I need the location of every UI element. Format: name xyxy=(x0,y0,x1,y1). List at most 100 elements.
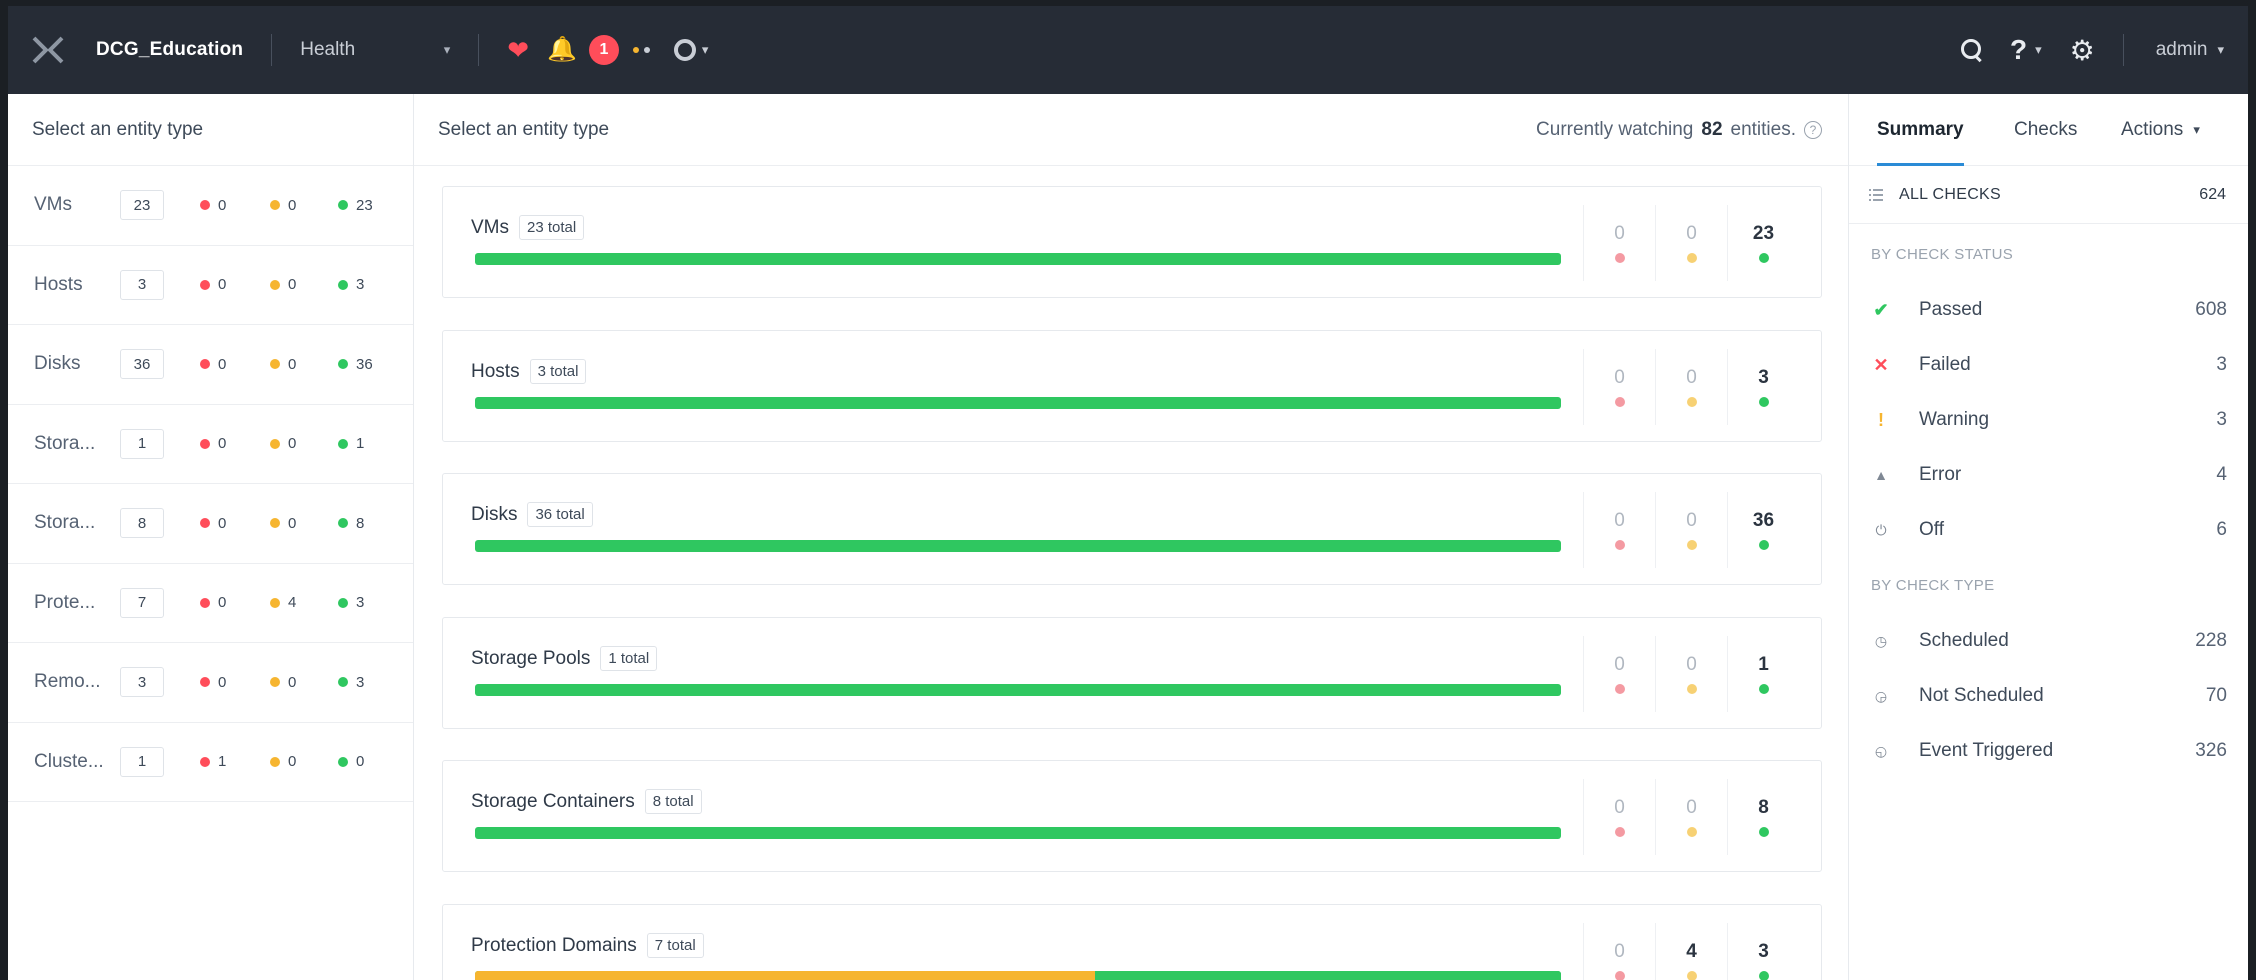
good-dot-icon xyxy=(338,279,348,290)
health-bar xyxy=(475,253,1561,265)
user-menu[interactable]: admin xyxy=(2156,39,2208,61)
warning-dot-icon xyxy=(270,279,280,290)
entity-health-card[interactable]: Protection Domains 7 total 0 4 3 xyxy=(442,904,1822,980)
critical-dot-icon xyxy=(200,518,210,529)
check-filter-count: 4 xyxy=(2216,464,2227,485)
good-column[interactable]: 23 xyxy=(1727,205,1799,281)
good-dot-icon xyxy=(1758,540,1769,550)
good-count: 23 xyxy=(356,196,373,214)
warning-column[interactable]: 0 xyxy=(1655,636,1727,712)
good-column[interactable]: 36 xyxy=(1727,492,1799,568)
good-column[interactable]: 3 xyxy=(1727,923,1799,980)
critical-column[interactable]: 0 xyxy=(1583,205,1655,281)
entity-row[interactable]: Stora... 8 0 0 8 xyxy=(8,484,413,564)
entity-row[interactable]: Disks 36 0 0 36 xyxy=(8,325,413,405)
check-filter-row[interactable]: ◵ Event Triggered 326 xyxy=(1849,731,2249,771)
check-filter-label: Event Triggered xyxy=(1919,740,2054,761)
warning-column[interactable]: 0 xyxy=(1655,492,1727,568)
check-filter-row[interactable]: ⏻ Off 6 xyxy=(1849,510,2249,550)
critical-column[interactable]: 0 xyxy=(1583,492,1655,568)
card-title: Protection Domains 7 total xyxy=(471,933,704,958)
good-dot-icon xyxy=(338,518,348,529)
entity-row[interactable]: Cluste... 1 1 0 0 xyxy=(8,723,413,802)
check-filter-row[interactable]: ◶ Not Scheduled 70 xyxy=(1849,676,2249,716)
entity-row[interactable]: Stora... 1 0 0 1 xyxy=(8,405,413,484)
warning-column[interactable]: 4 xyxy=(1655,923,1727,980)
alert-count-badge[interactable]: 1 xyxy=(588,35,619,65)
good-count: 8 xyxy=(356,514,365,532)
good-count: 1 xyxy=(356,435,365,453)
warning-column[interactable]: 0 xyxy=(1655,349,1727,425)
tab-summary[interactable]: Summary xyxy=(1877,94,1964,166)
check-filter-row[interactable]: ◷ Scheduled 228 xyxy=(1849,621,2249,661)
entity-health-card[interactable]: Disks 36 total 0 0 36 xyxy=(442,473,1822,585)
good-column[interactable]: 8 xyxy=(1727,779,1799,855)
entity-row[interactable]: VMs 23 0 0 23 xyxy=(8,166,413,246)
warning-dot-icon xyxy=(270,359,280,370)
health-heart-icon[interactable]: ❤ xyxy=(507,37,529,63)
critical-column[interactable]: 0 xyxy=(1583,636,1655,712)
warning-column[interactable]: 0 xyxy=(1655,205,1727,281)
tab-checks[interactable]: Checks xyxy=(2014,94,2077,166)
warning-count: 0 xyxy=(288,355,297,373)
critical-column[interactable]: 0 xyxy=(1583,779,1655,855)
exclamation-icon: ! xyxy=(1878,409,1884,430)
critical-count: 0 xyxy=(1614,223,1625,244)
check-filter-row[interactable]: ! Warning 3 xyxy=(1849,400,2249,440)
good-column[interactable]: 3 xyxy=(1727,349,1799,425)
critical-stat: 0 xyxy=(200,356,226,373)
check-filter-row[interactable]: ✔ Passed 608 xyxy=(1849,290,2249,330)
health-bar xyxy=(475,397,1561,409)
card-total-badge: 8 total xyxy=(644,789,702,814)
watching-prefix: Currently watching xyxy=(1536,118,1694,140)
info-icon[interactable]: ? xyxy=(1804,120,1822,139)
warning-column[interactable]: 0 xyxy=(1655,779,1727,855)
chevron-down-icon[interactable]: ▾ xyxy=(702,42,709,58)
critical-stat: 0 xyxy=(200,594,226,611)
tasks-circle-icon[interactable] xyxy=(673,39,696,61)
health-bar-good-segment xyxy=(475,684,1561,696)
tab-actions[interactable]: Actions ▾ xyxy=(2121,94,2200,166)
check-filter-row[interactable]: ▲ Error 4 xyxy=(1849,455,2249,495)
warning-stat: 0 xyxy=(270,753,296,770)
warning-count: 4 xyxy=(288,594,297,612)
all-checks-row[interactable]: ALL CHECKS 624 xyxy=(1849,166,2248,224)
warning-count: 0 xyxy=(1686,797,1697,818)
entity-health-card[interactable]: Storage Containers 8 total 0 0 8 xyxy=(442,760,1822,872)
events-dots-icon[interactable] xyxy=(632,47,650,53)
entity-health-card[interactable]: Hosts 3 total 0 0 3 xyxy=(442,330,1822,442)
entity-count: 3 xyxy=(120,269,164,300)
chevron-down-icon[interactable]: ▾ xyxy=(2035,42,2042,58)
search-icon[interactable] xyxy=(1960,38,1984,62)
critical-stat: 0 xyxy=(200,435,226,452)
entity-row[interactable]: Remo... 3 0 0 3 xyxy=(8,643,413,723)
critical-column[interactable]: 0 xyxy=(1583,923,1655,980)
bell-icon[interactable]: 🔔 xyxy=(547,38,577,62)
entity-health-card[interactable]: Storage Pools 1 total 0 0 1 xyxy=(442,617,1822,729)
entity-row[interactable]: Hosts 3 0 0 3 xyxy=(8,246,413,325)
entity-name: VMs xyxy=(34,194,72,216)
critical-column[interactable]: 0 xyxy=(1583,349,1655,425)
check-filter-label: Not Scheduled xyxy=(1919,685,2044,706)
warning-stat: 0 xyxy=(270,356,296,373)
chevron-down-icon[interactable]: ▾ xyxy=(2217,42,2224,58)
critical-dot-icon xyxy=(200,279,210,290)
good-dot-icon xyxy=(338,756,348,767)
help-icon[interactable]: ? xyxy=(2010,34,2027,66)
warning-dot-icon xyxy=(270,677,280,688)
good-count: 36 xyxy=(1752,510,1775,531)
good-column[interactable]: 1 xyxy=(1727,636,1799,712)
view-selector[interactable]: Health ▾ xyxy=(300,39,450,61)
check-filter-row[interactable]: ✕ Failed 3 xyxy=(1849,345,2249,385)
entity-health-card[interactable]: VMs 23 total 0 0 23 xyxy=(442,186,1822,298)
list-icon xyxy=(1869,188,1883,201)
health-counts: 0 0 36 xyxy=(1583,492,1799,568)
cluster-name[interactable]: DCG_Education xyxy=(96,39,243,61)
right-tools: ? ▾ ⚙ admin ▾ xyxy=(1960,34,2248,67)
entity-row[interactable]: Prote... 7 0 4 3 xyxy=(8,564,413,643)
good-dot-icon xyxy=(1758,971,1769,980)
prism-logo-icon[interactable] xyxy=(30,32,66,68)
gear-icon[interactable]: ⚙ xyxy=(2070,34,2095,67)
divider xyxy=(478,34,480,66)
watching-suffix: entities. xyxy=(1730,118,1796,140)
